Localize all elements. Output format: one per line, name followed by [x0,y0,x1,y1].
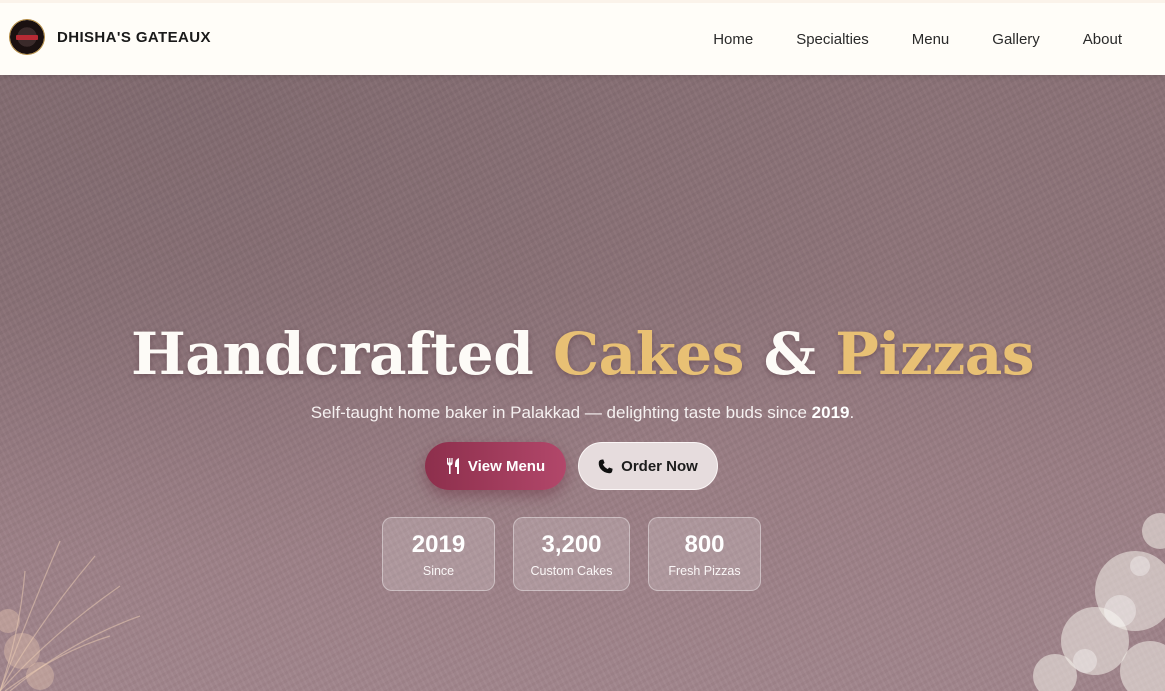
hero-headline: Handcrafted Cakes & Pizzas [0,320,1165,388]
headline-ampersand: & [763,320,816,388]
main-nav: Home Specialties Menu Gallery About [713,3,1165,75]
subtitle-end: . [849,403,855,422]
stat-value: 2019 [411,531,466,558]
flower-decoration-right [1033,513,1165,691]
view-menu-button[interactable]: View Menu [425,442,566,490]
hero-section: Handcrafted Cakes & Pizzas Self-taught h… [0,75,1165,691]
navbar: DHISHA'S GATEAUX Home Specialties Menu G… [0,0,1165,75]
brand-name[interactable]: DHISHA'S GATEAUX [57,29,211,46]
view-menu-label: View Menu [467,457,546,475]
order-now-label: Order Now [621,457,698,475]
order-now-button[interactable]: Order Now [578,442,718,490]
utensils-icon [446,458,460,474]
nav-about-link[interactable]: About [1083,31,1122,48]
stat-fresh-pizzas: 800 Fresh Pizzas [648,517,761,591]
nav-menu-link[interactable]: Menu [912,31,950,48]
subtitle-text: Self-taught home baker in Palakkad — del… [310,403,807,422]
headline-pizzas: Pizzas [835,320,1034,388]
phone-icon [598,458,613,474]
nav-gallery-link[interactable]: Gallery [992,31,1040,48]
subtitle-year: 2019 [811,403,850,422]
stat-custom-cakes: 3,200 Custom Cakes [513,517,630,591]
stat-label: Since [422,564,455,578]
stat-value: 3,200 [541,531,602,558]
bakery-logo-icon[interactable] [10,20,44,54]
flower-decoration-left [0,540,141,691]
brand[interactable]: DHISHA'S GATEAUX [10,20,211,54]
stat-value: 800 [684,531,725,558]
hero-subtitle: Self-taught home baker in Palakkad — del… [0,403,1165,423]
stat-label: Custom Cakes [530,564,613,578]
stat-label: Fresh Pizzas [668,564,741,578]
nav-home-link[interactable]: Home [713,31,753,48]
nav-specialties-link[interactable]: Specialties [796,31,869,48]
stat-since: 2019 Since [382,517,495,591]
headline-cakes: Cakes [552,320,744,388]
headline-part-handcrafted: Handcrafted [131,320,534,388]
